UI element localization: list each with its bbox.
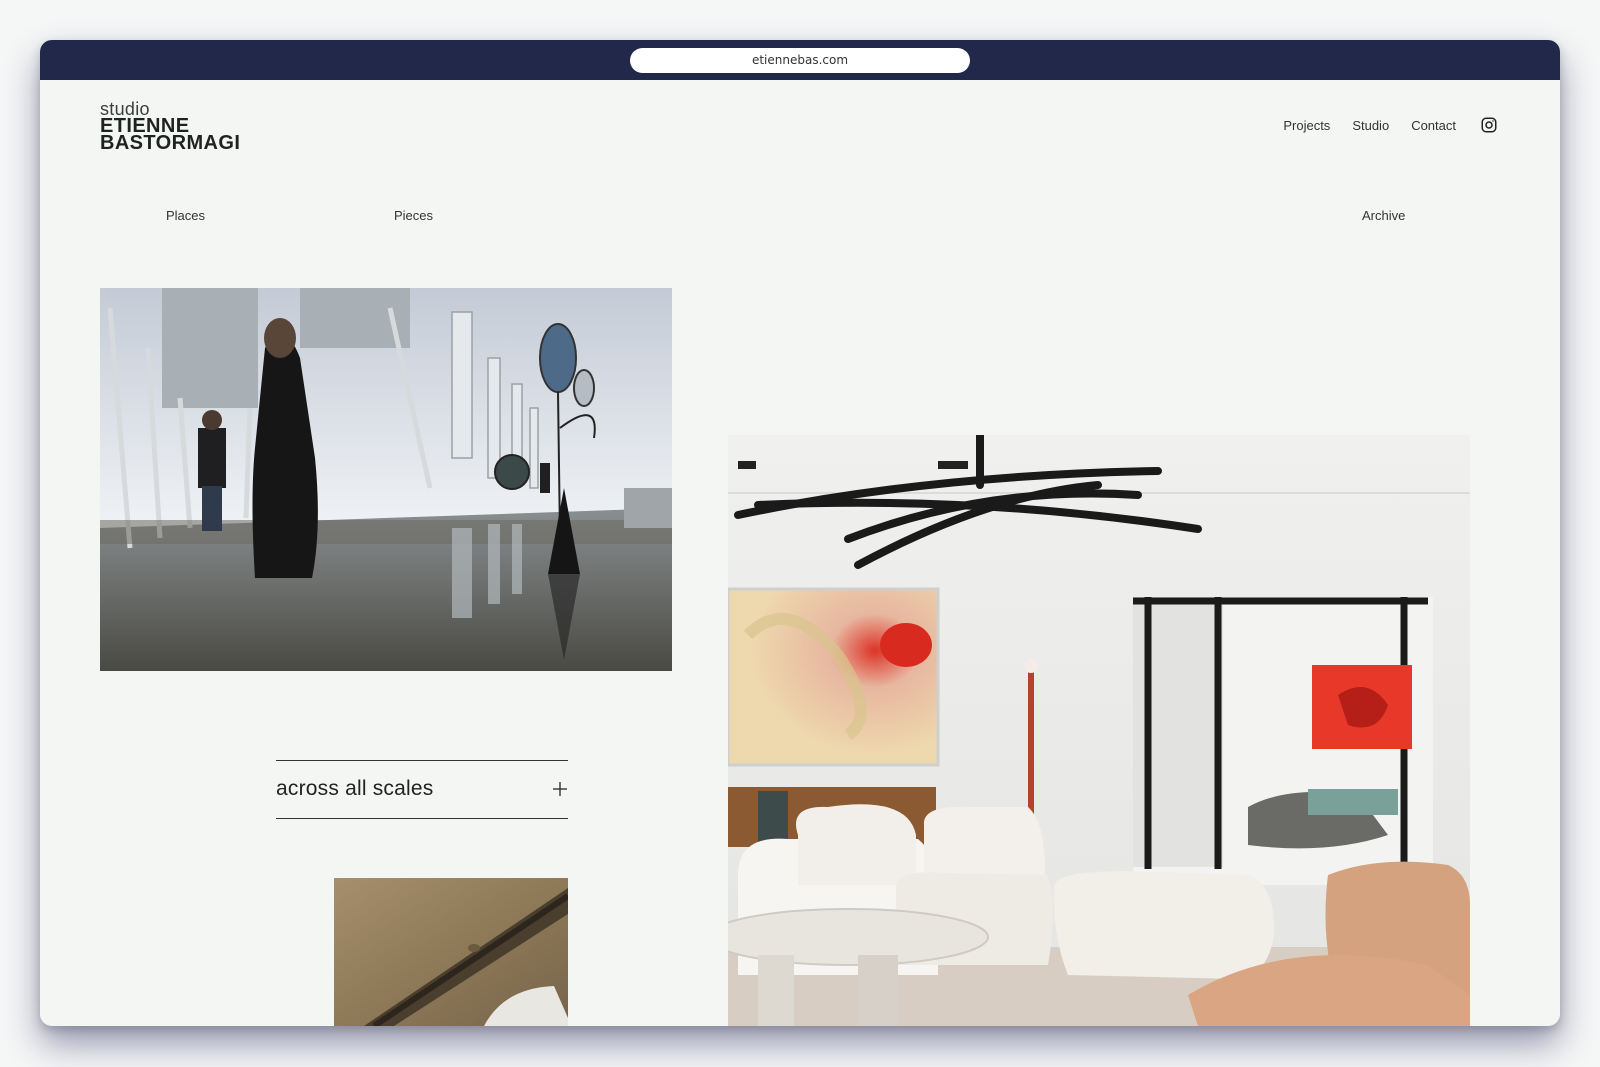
instagram-icon[interactable] bbox=[1478, 116, 1498, 134]
studio-logo[interactable]: studio ETIENNE BASTORMAGI bbox=[100, 100, 241, 154]
nav-studio-link[interactable]: Studio bbox=[1352, 118, 1389, 133]
stone-detail-photo[interactable] bbox=[334, 878, 568, 1026]
accordion-label: across all scales bbox=[276, 777, 434, 800]
rooftop-installation-photo[interactable] bbox=[100, 288, 672, 671]
page-content: studio ETIENNE BASTORMAGI Projects Studi… bbox=[40, 80, 1560, 1026]
nav-projects-link[interactable]: Projects bbox=[1283, 118, 1330, 133]
interior-living-room-photo[interactable] bbox=[728, 435, 1470, 1026]
plus-icon[interactable] bbox=[552, 781, 568, 797]
nav-contact-link[interactable]: Contact bbox=[1411, 118, 1456, 133]
nav-pieces-link[interactable]: Pieces bbox=[394, 208, 433, 223]
top-navigation: Projects Studio Contact bbox=[1283, 116, 1498, 134]
across-all-scales-accordion[interactable]: across all scales bbox=[276, 760, 568, 819]
nav-archive-link[interactable]: Archive bbox=[1362, 208, 1405, 223]
nav-places-link[interactable]: Places bbox=[166, 208, 205, 223]
browser-window: etiennebas.com studio ETIENNE BASTORMAGI… bbox=[40, 40, 1560, 1026]
browser-titlebar: etiennebas.com bbox=[40, 40, 1560, 80]
logo-line-bastormagi: BASTORMAGI bbox=[100, 132, 241, 154]
address-bar[interactable]: etiennebas.com bbox=[630, 48, 970, 73]
